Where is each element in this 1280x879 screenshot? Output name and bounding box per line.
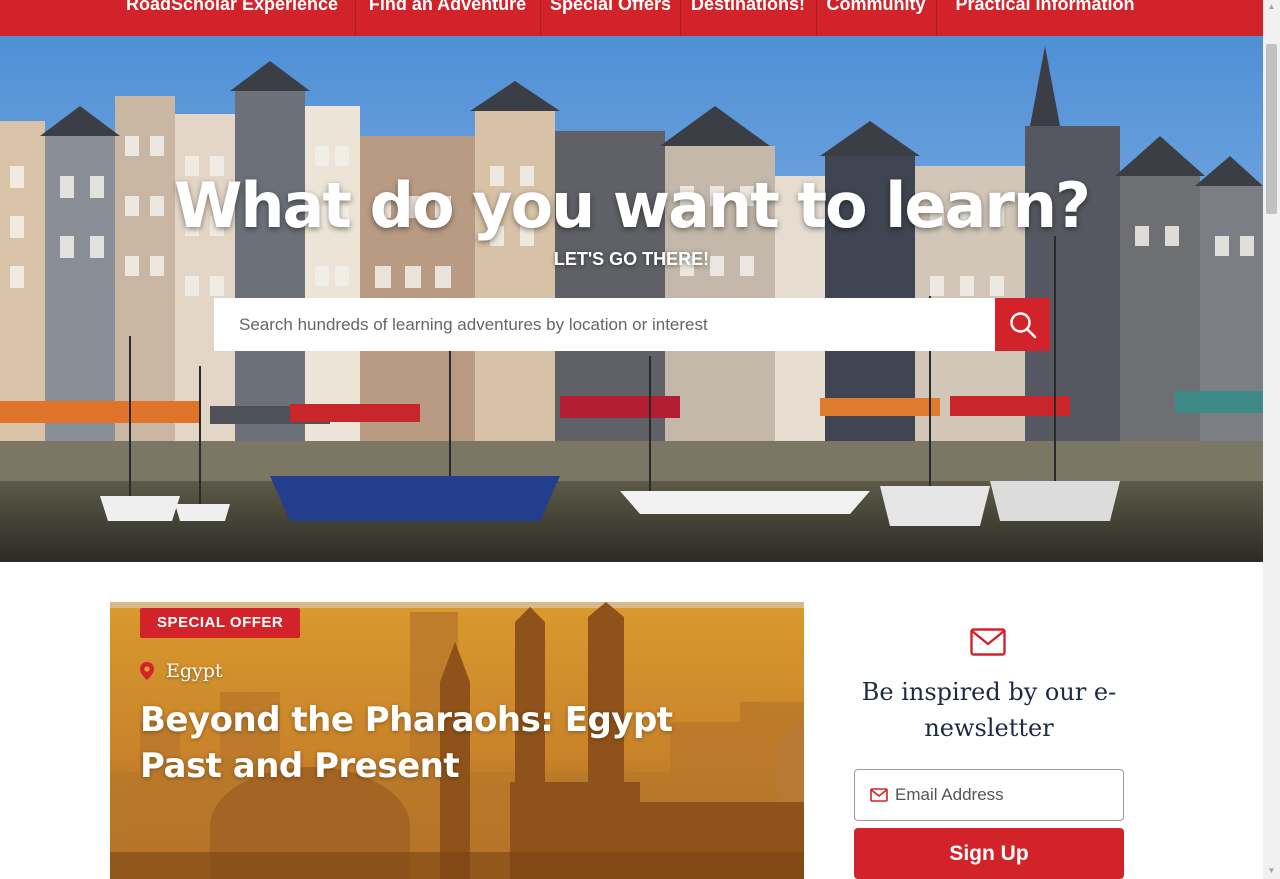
offer-title[interactable]: Beyond the Pharaohs: Egypt Past and Pres… xyxy=(140,697,760,789)
nav-item-practical-information[interactable]: Practical Information xyxy=(942,0,1148,36)
nav-divider xyxy=(355,0,356,36)
nav-divider xyxy=(936,0,937,36)
nav-item-find-an-adventure[interactable]: Find an Adventure xyxy=(361,0,534,36)
special-offer-card[interactable]: SPECIAL OFFER Egypt Beyond the Pharaohs:… xyxy=(110,602,804,879)
nav-item-special-offers[interactable]: Special Offers xyxy=(545,0,676,36)
search-icon xyxy=(1009,311,1036,338)
offer-location-label: Egypt xyxy=(166,660,223,682)
email-icon xyxy=(870,788,888,802)
nav-item-label: Practical Information xyxy=(955,0,1135,14)
scroll-up-arrow-icon[interactable]: ▲ xyxy=(1266,2,1277,12)
offer-location: Egypt xyxy=(140,660,223,682)
hero-banner: What do you want to learn? LET'S GO THER… xyxy=(0,36,1263,562)
nav-item-label: Community xyxy=(826,0,926,14)
email-field xyxy=(854,769,1124,821)
email-input[interactable] xyxy=(895,770,1115,820)
special-offer-badge: SPECIAL OFFER xyxy=(140,608,301,638)
nav-item-destinations[interactable]: Destinations! xyxy=(684,0,812,36)
hero-title: What do you want to learn? xyxy=(174,169,1091,242)
nav-item-label: Find an Adventure xyxy=(368,0,527,14)
nav-item-roadscholar-experience[interactable]: RoadScholar Experience xyxy=(118,0,346,36)
newsletter-title: Be inspired by our e-newsletter xyxy=(861,678,1117,742)
sign-up-button[interactable]: Sign Up xyxy=(854,828,1124,879)
nav-item-community[interactable]: Community xyxy=(819,0,933,36)
scroll-down-arrow-icon[interactable]: ▼ xyxy=(1266,866,1277,876)
nav-divider xyxy=(540,0,541,36)
nav-item-label: Destinations! xyxy=(690,0,805,14)
search-input[interactable] xyxy=(214,298,995,351)
scrollbar-thumb[interactable] xyxy=(1266,44,1277,214)
map-pin-icon xyxy=(140,662,154,680)
nav-item-label: RoadScholar Experience xyxy=(125,0,339,14)
adventure-search xyxy=(214,298,1050,351)
search-button[interactable] xyxy=(995,298,1050,351)
main-nav: RoadScholar Experience Find an Adventure… xyxy=(0,0,1263,36)
hero-subtitle: LET'S GO THERE! xyxy=(553,249,710,269)
nav-divider xyxy=(680,0,681,36)
envelope-icon xyxy=(970,628,1006,656)
nav-item-label: Special Offers xyxy=(549,0,672,14)
nav-divider xyxy=(816,0,817,36)
newsletter-signup: Be inspired by our e-newsletter Sign Up xyxy=(854,602,1124,879)
